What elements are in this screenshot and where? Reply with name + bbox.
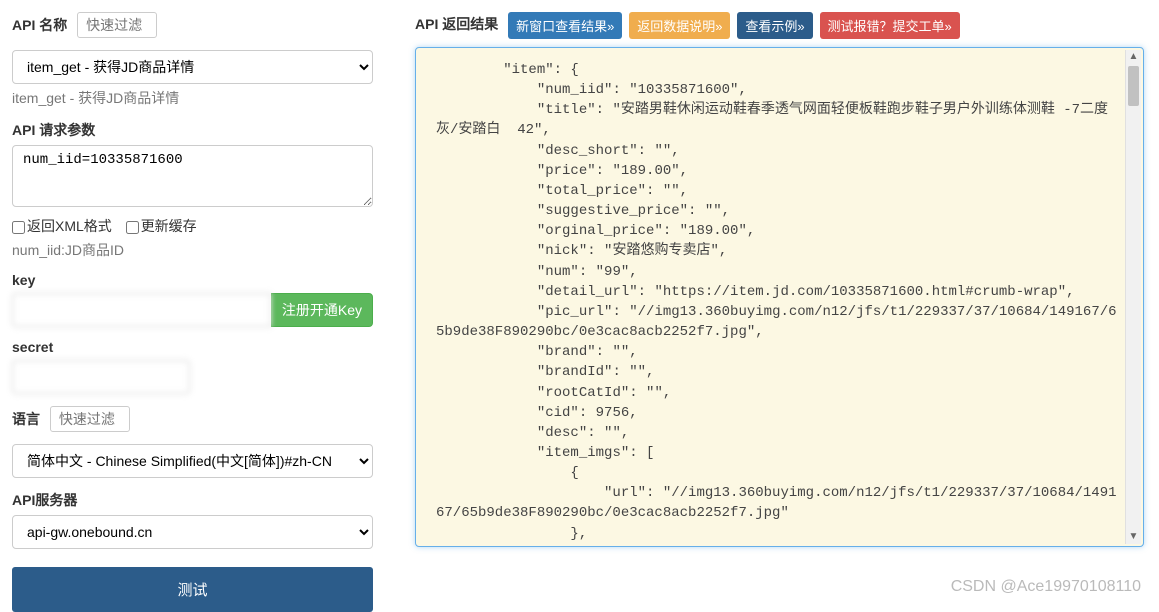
pill-new-window[interactable]: 新窗口查看结果» (508, 12, 622, 39)
result-content: "item": { "num_iid": "10335871600", "tit… (436, 60, 1123, 547)
param-hint: num_iid:JD商品ID (12, 240, 373, 260)
secret-label: secret (12, 339, 373, 355)
key-label: key (12, 272, 373, 288)
xml-checkbox-label[interactable]: 返回XML格式 (12, 218, 112, 234)
cache-checkbox-label[interactable]: 更新缓存 (126, 218, 197, 234)
right-panel: API 返回结果 新窗口查看结果» 返回数据说明» 查看示例» 测试报错？提交工… (385, 0, 1159, 602)
cache-checkbox[interactable] (126, 221, 139, 234)
server-select[interactable]: api-gw.onebound.cn (12, 515, 373, 549)
lang-label: 语言 (12, 409, 40, 429)
pill-report[interactable]: 测试报错？提交工单» (820, 12, 960, 39)
api-name-filter[interactable] (77, 12, 157, 38)
scroll-down-icon[interactable]: ▼ (1126, 530, 1141, 544)
scroll-up-icon[interactable]: ▲ (1126, 50, 1141, 64)
result-title: API 返回结果 (415, 16, 498, 32)
api-name-muted: item_get - 获得JD商品详情 (12, 88, 373, 108)
api-params-label: API 请求参数 (12, 120, 373, 140)
api-name-label: API 名称 (12, 15, 67, 35)
api-params-textarea[interactable]: num_iid=10335871600 (12, 145, 373, 207)
register-key-button[interactable]: 注册开通Key (271, 293, 373, 327)
api-name-select[interactable]: item_get - 获得JD商品详情 (12, 50, 373, 84)
pill-data-desc[interactable]: 返回数据说明» (629, 12, 730, 39)
key-input[interactable] (12, 293, 271, 327)
scrollbar-thumb[interactable] (1128, 66, 1139, 106)
xml-checkbox[interactable] (12, 221, 25, 234)
lang-select[interactable]: 简体中文 - Chinese Simplified(中文[简体])#zh-CN (12, 444, 373, 478)
result-box[interactable]: "item": { "num_iid": "10335871600", "tit… (415, 47, 1144, 547)
lang-filter[interactable] (50, 406, 130, 432)
server-label: API服务器 (12, 490, 373, 510)
test-button[interactable]: 测试 (12, 567, 373, 612)
scrollbar[interactable]: ▲ ▼ (1125, 50, 1141, 544)
pill-example[interactable]: 查看示例» (737, 12, 812, 39)
left-panel: API 名称 item_get - 获得JD商品详情 item_get - 获得… (0, 0, 385, 602)
secret-input[interactable] (12, 360, 190, 394)
